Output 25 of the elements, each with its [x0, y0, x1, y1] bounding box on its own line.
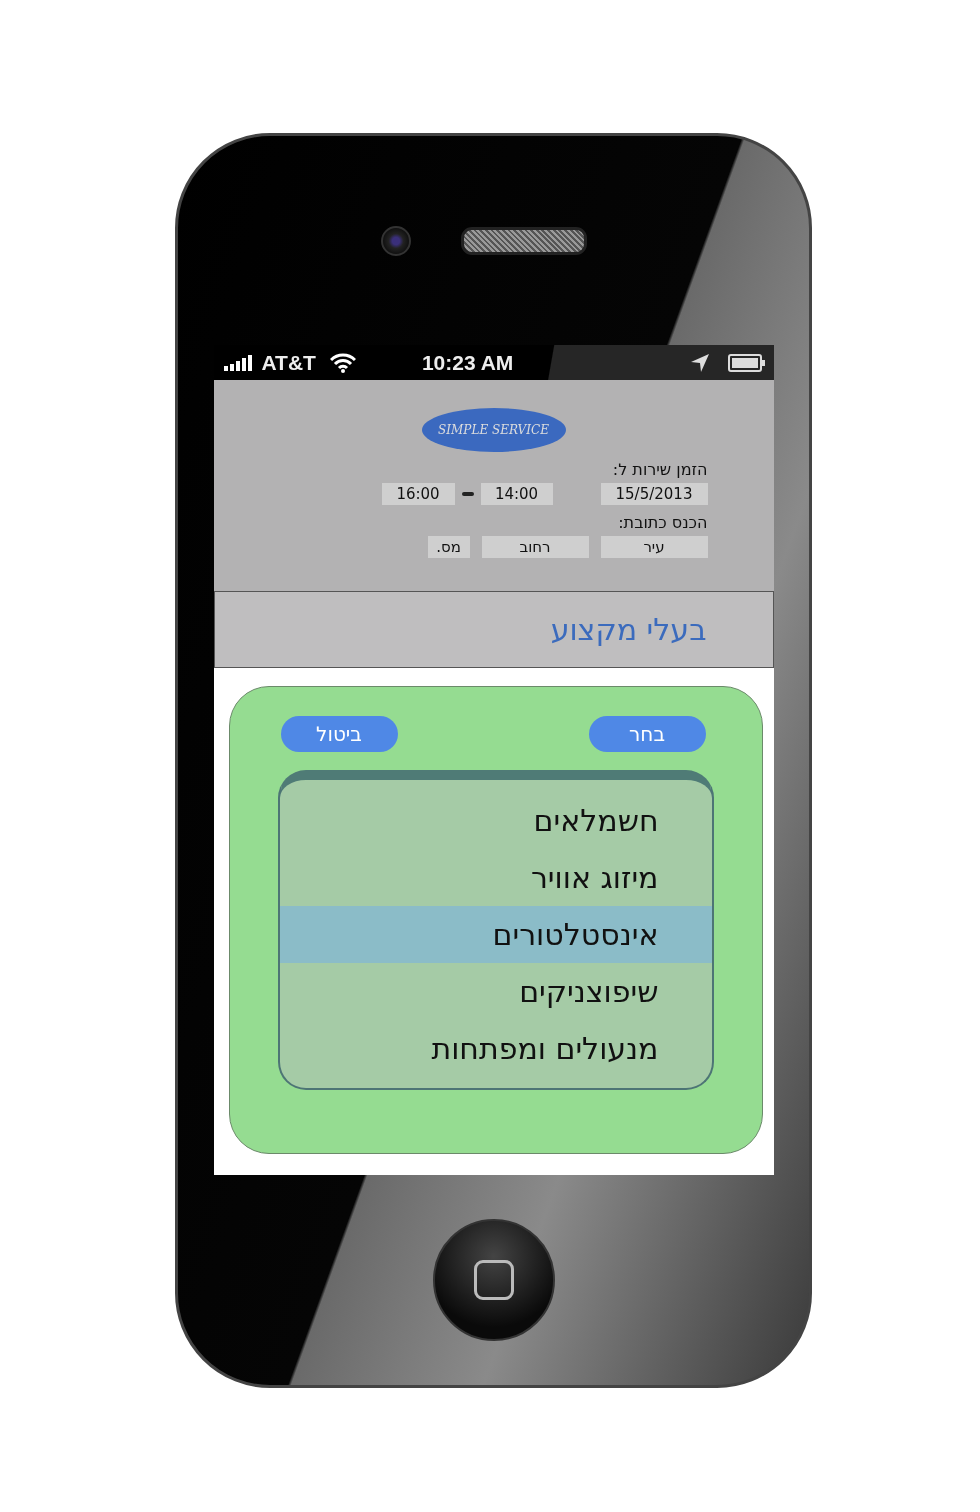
form-label: הזמן שירות ל:	[612, 460, 708, 479]
picker-item[interactable]: מיזוג אוויר	[279, 848, 712, 906]
input-field[interactable]: רחוב	[481, 536, 589, 558]
wifi-icon	[329, 352, 356, 373]
time-field[interactable]: 16:00	[381, 483, 455, 505]
input-field[interactable]: עיר	[600, 536, 708, 558]
status-time: 10:23 AM	[421, 350, 514, 375]
date-field[interactable]: 15/5/2013	[600, 483, 708, 505]
picker-item[interactable]: חשמלאים	[279, 791, 712, 849]
carrier-name: AT&T	[261, 350, 316, 375]
picker-item[interactable]: שיפוצניקים	[279, 962, 712, 1020]
square-icon	[473, 1260, 514, 1300]
battery-icon	[727, 353, 766, 372]
form-label: הכנס כתובת:	[618, 513, 708, 532]
camera-icon	[380, 225, 411, 256]
dash-icon	[461, 492, 474, 496]
time-field[interactable]: 14:00	[480, 483, 553, 505]
location-arrow-icon	[689, 352, 710, 373]
cancel-button[interactable]: ביטול	[280, 716, 398, 752]
picker-item[interactable]: מנעולים ומפתחות	[279, 1019, 712, 1077]
select-button[interactable]: בחר	[588, 716, 706, 752]
logo-badge: SIMPLE SERVICE	[421, 408, 566, 452]
input-field[interactable]: מס.	[427, 536, 470, 558]
section-title: בעלי מקצוע	[550, 612, 707, 647]
picker-item[interactable]: אינסטלטורים	[279, 905, 712, 963]
